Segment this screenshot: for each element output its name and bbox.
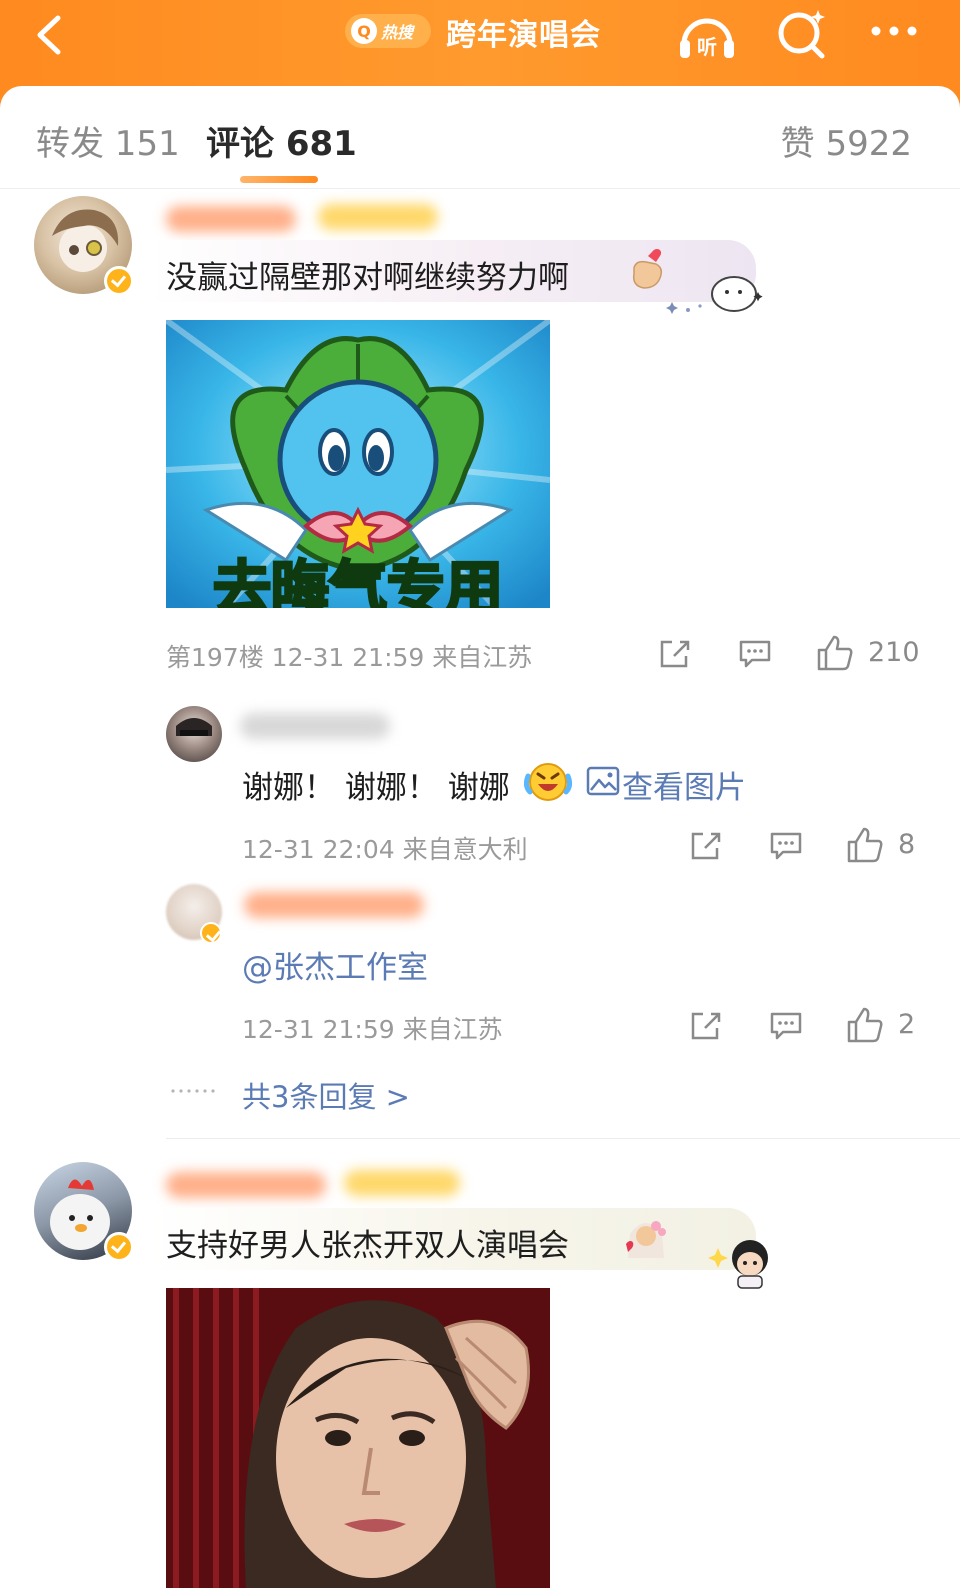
comment-image-lucky-charm[interactable]: 去晦气专用 — [166, 320, 550, 608]
reply-meta: 12-31 21:59 来自江苏 — [242, 1015, 503, 1044]
tab-bar: 转发 151 评论 681 赞 5922 — [0, 86, 960, 190]
tab-repost[interactable]: 转发 151 — [36, 116, 180, 165]
like-icon[interactable] — [846, 826, 884, 864]
search-mini-icon: Q — [351, 18, 377, 44]
back-chevron-icon[interactable] — [26, 10, 76, 60]
tab-active-indicator — [240, 176, 318, 183]
username-blurred[interactable] — [166, 206, 296, 232]
comment-text: 支持好男人张杰开双人演唱会 — [166, 1228, 569, 1264]
verified-badge-icon — [104, 1232, 134, 1262]
like-icon[interactable] — [816, 634, 854, 672]
reply-meta: 12-31 22:04 来自意大利 — [242, 835, 528, 864]
avatar-drawing-icon — [176, 718, 212, 736]
like-icon[interactable] — [846, 1006, 884, 1044]
hot-badge-label: 热搜 — [381, 23, 414, 42]
like-count: 8 — [898, 829, 916, 860]
tab-comments[interactable]: 评论 681 — [206, 116, 357, 165]
laughing-crying-emoji-icon — [524, 763, 572, 801]
view-image-link[interactable]: 查看图片 — [622, 762, 746, 807]
page-title: 跨年演唱会 — [446, 18, 601, 53]
comment-icon[interactable] — [738, 638, 772, 670]
hot-search-badge[interactable]: Q 热搜 — [345, 14, 431, 48]
bride-emoji-icon — [626, 1221, 666, 1258]
share-icon[interactable] — [689, 1010, 723, 1042]
more-replies-link[interactable]: 共3条回复 > — [242, 1074, 410, 1116]
reply-text: 谢娜！ 谢娜！ 谢娜 — [242, 770, 510, 806]
tabs-divider — [0, 188, 960, 189]
like-count: 2 — [898, 1009, 916, 1040]
comment-image-photo[interactable] — [166, 1288, 550, 1588]
username-blurred[interactable] — [166, 1172, 326, 1198]
fan-badge-blurred — [344, 1170, 460, 1196]
search-icon[interactable] — [774, 6, 830, 62]
verified-badge-icon — [200, 922, 222, 944]
comment-divider — [166, 1138, 960, 1139]
sticker-decoration-icon — [708, 1240, 768, 1289]
comment-text: 没赢过隔壁那对啊继续努力啊 — [166, 260, 569, 296]
share-icon[interactable] — [658, 638, 692, 670]
image-icon[interactable] — [586, 766, 620, 796]
comment-icon[interactable] — [769, 1010, 803, 1042]
username-blurred[interactable] — [244, 892, 424, 918]
sticker-decoration-icon — [666, 276, 763, 314]
verified-badge-icon — [104, 266, 134, 296]
username-blurred[interactable] — [240, 713, 390, 739]
fan-badge-blurred — [318, 204, 438, 230]
comment-meta: 第197楼 12-31 21:59 来自江苏 — [166, 643, 533, 672]
like-count: 210 — [868, 637, 920, 668]
listen-icon[interactable]: 听 — [676, 10, 738, 60]
share-icon[interactable] — [689, 830, 723, 862]
avatar[interactable] — [166, 706, 222, 762]
comment-icon[interactable] — [769, 830, 803, 862]
dotted-leader-icon — [171, 1089, 215, 1093]
mention-link[interactable]: @张杰工作室 — [242, 942, 428, 987]
svg-text:听: 听 — [697, 35, 717, 59]
svg-text:去晦气专用: 去晦气专用 — [213, 554, 503, 608]
more-icon[interactable] — [866, 16, 926, 46]
tab-likes[interactable]: 赞 5922 — [781, 116, 912, 165]
